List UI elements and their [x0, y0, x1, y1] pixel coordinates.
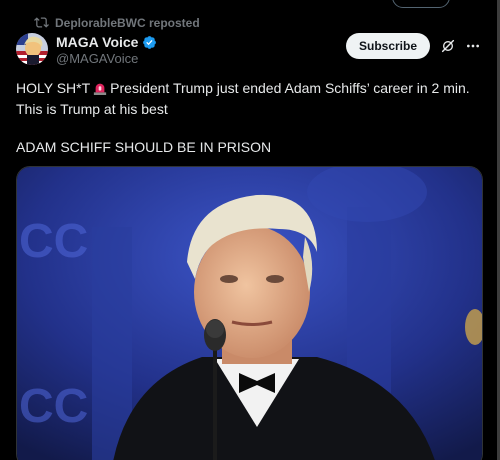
backdrop-letters-bottom: CC	[19, 380, 88, 433]
tweet-paragraph-2: ADAM SCHIFF SHOULD BE IN PRISON	[16, 139, 272, 155]
siren-emoji-icon	[94, 83, 107, 95]
tweet-text-start: HOLY SH*T	[16, 80, 91, 96]
video-frame: CC CC	[17, 167, 482, 460]
more-icon[interactable]	[465, 38, 481, 54]
post-container: DeplorableBWC reposted MAGA Voice @MAGAV…	[0, 0, 500, 460]
avatar-image	[16, 33, 48, 65]
repost-label: DeplorableBWC reposted	[55, 15, 200, 30]
verified-badge-icon	[143, 35, 157, 49]
avatar[interactable]	[16, 33, 48, 65]
repost-icon	[34, 17, 49, 28]
author-handle[interactable]: @MAGAVoice	[56, 51, 138, 66]
tweet-paragraph-1: HOLY SH*T President Trump just ended Adam…	[16, 78, 476, 120]
grok-icon[interactable]	[440, 38, 456, 54]
video-media[interactable]: CC CC	[16, 166, 483, 460]
author-name-row[interactable]: MAGA Voice	[56, 34, 157, 50]
tweet-text: HOLY SH*T President Trump just ended Adam…	[16, 78, 476, 158]
backdrop-letters-top: CC	[19, 215, 88, 268]
subscribe-button[interactable]: Subscribe	[346, 33, 430, 59]
top-clipped-button[interactable]	[392, 0, 450, 8]
author-name[interactable]: MAGA Voice	[56, 34, 138, 50]
repost-indicator[interactable]: DeplorableBWC reposted	[34, 15, 200, 30]
